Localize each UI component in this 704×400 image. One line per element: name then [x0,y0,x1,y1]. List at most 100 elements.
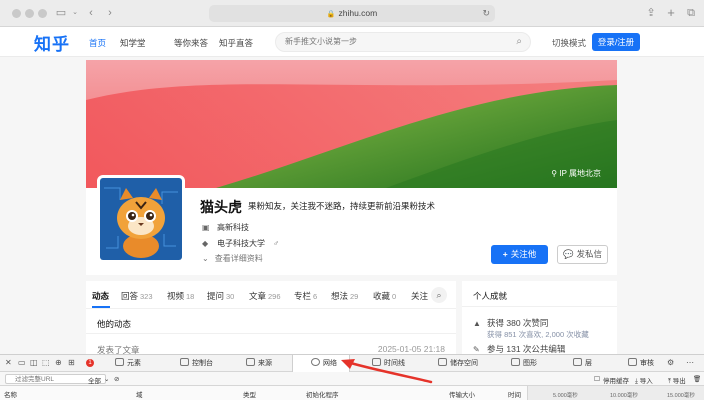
minimize-window-button[interactable] [25,9,34,18]
col-initiator[interactable]: 初始化程序 [306,389,339,399]
devtools-tab-elements-label: 元素 [127,360,141,367]
new-tab-icon[interactable]: + [664,6,678,20]
devtools-tab-elements[interactable]: 元素 [115,355,141,372]
cover-image [86,60,617,188]
nav-waiting-answers[interactable]: 等你来答 [174,37,208,49]
login-button[interactable]: 登录/注册 [592,33,640,51]
zoom-window-button[interactable] [38,9,47,18]
search-icon[interactable]: ⌕ [516,36,522,47]
tab-following[interactable]: 关注 [411,290,428,302]
divider [462,306,617,307]
search-icon[interactable]: ⌕ [431,287,447,303]
profile-company: 高新科技 [217,223,249,232]
follow-button[interactable]: + 关注他 [491,245,548,264]
devtools-tab-layers[interactable]: 层 [573,355,592,372]
col-transfer-size[interactable]: 传输大小 [449,389,475,399]
devtools-tab-storage[interactable]: 储存空间 [438,355,478,372]
tab-answers[interactable]: 回答 323 [121,290,153,302]
import-button[interactable]: ⤓ 导入 [635,375,653,386]
chat-icon: 💬 [562,249,574,259]
mode-toggle[interactable]: 切换模式 [552,37,586,49]
back-icon[interactable]: ‹ [84,6,98,20]
devtools-tab-graphics[interactable]: 图形 [511,355,537,372]
view-details-link[interactable]: ⌄ 查看详细资料 [202,253,263,264]
tab-videos[interactable]: 视频 18 [167,290,194,302]
share-icon[interactable]: ⇪ [644,6,658,20]
devtools-tab-graphics-label: 图形 [523,360,537,367]
plus-icon: + [502,249,508,259]
tab-activity-label: 动态 [92,291,110,301]
avatar[interactable] [97,175,185,263]
tab-collections-label: 收藏 [373,291,391,301]
devtools-tab-console[interactable]: 控制台 [180,355,213,372]
browser-toolbar: ▭ ⌄ ‹ › 🔒 zhihu.com ↻ ⇪ + ⧉ [0,0,704,27]
tab-questions[interactable]: 提问 30 [207,290,234,302]
address-text: zhihu.com [338,8,378,18]
activity-card: 动态 回答 323 视频 18 提问 30 文章 296 专栏 6 想法 29 收藏 0 关注… [86,281,456,361]
reload-icon[interactable]: ↻ [482,5,490,22]
layout-icon[interactable]: ⊞ [68,358,75,367]
timeline-tick: 5.000毫秒 [553,393,578,399]
devtools-tab-sources[interactable]: 来源 [246,355,272,372]
profile-cover: ⚲ IP 属地北京 [86,60,617,188]
devtools-tab-audit-label: 审核 [640,360,654,367]
more-icon[interactable]: ⋯ [686,358,694,367]
export-button[interactable]: ⤒ 导出 [668,375,686,386]
follow-label: 关注他 [510,249,537,259]
trash-icon[interactable]: 🗑 [693,375,701,383]
element-select-icon[interactable]: ⬚ [42,358,50,367]
briefcase-icon: ▣ [202,223,210,232]
close-window-button[interactable] [12,9,21,18]
zhihu-logo[interactable]: 知乎 [34,30,70,55]
message-button[interactable]: 💬 发私信 [557,245,608,264]
achievement-edits-text: 参与 131 次公共编辑 [487,344,566,354]
divider [86,333,456,334]
nav-zhida[interactable]: 知乎直答 [219,37,253,49]
address-bar[interactable]: 🔒 zhihu.com ↻ [209,5,495,22]
network-icon [311,358,320,366]
ip-location: ⚲ IP 属地北京 [551,168,601,179]
active-tab-indicator [92,306,110,308]
tab-collections[interactable]: 收藏 0 [373,290,396,302]
devtools-tab-audit[interactable]: 审核 [628,355,654,372]
nav-home[interactable]: 首页 [89,37,106,49]
tab-activity[interactable]: 动态 [92,290,109,302]
target-icon[interactable]: ⊕ [55,358,62,367]
dock-side-icon[interactable]: ◫ [30,358,38,367]
tab-columns[interactable]: 专栏 6 [294,290,317,302]
elements-icon [115,358,124,366]
col-name[interactable]: 名称 [4,389,17,399]
forward-icon[interactable]: › [103,6,117,20]
export-icon: ⤒ [668,378,671,385]
achievements-card: 个人成就 ▲ 获得 380 次赞同 获得 851 次喜欢, 2,000 次收藏 ✎… [462,281,617,361]
tab-answers-count: 323 [140,292,153,301]
col-domain[interactable]: 域 [136,389,143,399]
col-time[interactable]: 时间 [508,389,521,399]
achievement-likes-sub: 获得 851 次喜欢, 2,000 次收藏 [487,330,589,339]
close-icon[interactable]: ✕ [5,358,12,367]
annotation-arrow [341,359,433,384]
col-type[interactable]: 类型 [243,389,256,399]
disable-cache-checkbox[interactable]: ☐ [594,375,600,383]
storage-icon [438,358,447,366]
tab-thoughts[interactable]: 想法 29 [331,290,358,302]
all-types-select[interactable]: 全部 [88,375,101,385]
gear-icon[interactable]: ⚙ [667,358,674,367]
profile-headline: 果粉知友，关注我不迷路，持续更新前沿果粉技术 [248,201,436,211]
timeline-tick: 15.000毫秒 [667,393,695,399]
tab-articles[interactable]: 文章 296 [249,290,281,302]
nav-zhixuetang[interactable]: 知学堂 [120,37,146,49]
sidebar-toggle-icon[interactable]: ▭ [54,6,68,20]
block-icon[interactable]: ⊘ [114,375,119,383]
tab-thoughts-label: 想法 [331,291,349,301]
profile-company-row: ▣ 高新科技 [202,222,249,233]
dock-icon[interactable]: ▭ [18,358,26,367]
tab-overview-icon[interactable]: ⧉ [684,6,698,20]
chevron-down-icon[interactable]: ⌄ [68,6,82,20]
search-input[interactable] [285,37,495,46]
tab-questions-label: 提问 [207,291,225,301]
activity-item-time: 2025-01-05 21:18 [377,344,445,354]
error-badge[interactable]: 1 [86,359,94,367]
tiger-avatar-image [100,178,182,260]
import-icon: ⤓ [635,378,638,385]
